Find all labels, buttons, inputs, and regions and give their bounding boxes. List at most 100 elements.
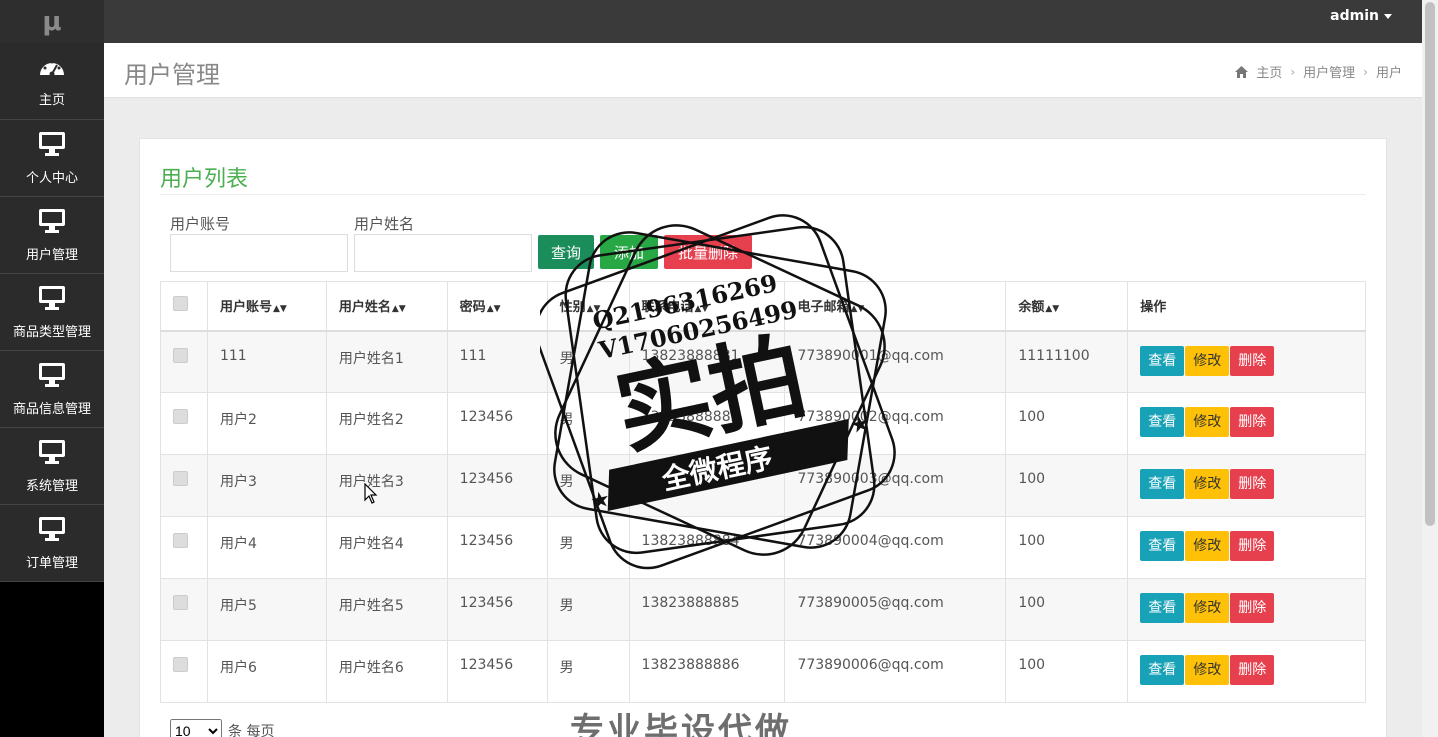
cell-password: 123456 [446,640,548,703]
cell-actions: 查看 修改 删除 [1127,454,1366,517]
cell-balance: 100 [1005,516,1129,579]
delete-button[interactable]: 删除 [1230,469,1275,499]
cell-balance: 100 [1005,392,1129,455]
col-phone[interactable]: 联系电话▲▼ [628,281,786,332]
sidebar-item-0[interactable]: 主页 [0,43,104,120]
bulk-delete-button[interactable]: 批量删除 [664,235,752,269]
delete-button[interactable]: 删除 [1230,593,1275,623]
row-select-cell [160,640,208,703]
username: admin [1330,8,1379,24]
cell-password: 123456 [446,516,548,579]
sidebar-item-6[interactable]: 订单管理 [0,505,104,582]
col-account[interactable]: 用户账号▲▼ [206,281,327,332]
sidebar-item-4[interactable]: 商品信息管理 [0,351,104,428]
cell-name: 用户姓名3 [325,454,448,517]
select-all-checkbox[interactable] [173,296,188,312]
cell-account: 用户2 [206,392,327,455]
cell-account: 用户6 [206,640,327,703]
cell-phone: 13823888886 [628,640,786,703]
monitor-icon [38,131,66,161]
cell-phone: 13823888883 [628,454,786,517]
col-password[interactable]: 密码▲▼ [446,281,548,332]
account-search-input[interactable] [170,234,348,272]
row-checkbox[interactable] [173,471,188,486]
cell-balance: 11111100 [1005,330,1129,393]
page-scrollbar[interactable] [1422,0,1438,737]
view-button[interactable]: 查看 [1140,655,1185,685]
cell-password: 123456 [446,392,548,455]
row-checkbox[interactable] [173,409,188,424]
view-button[interactable]: 查看 [1140,407,1185,437]
edit-button[interactable]: 修改 [1185,469,1230,499]
dashboard-icon [38,55,66,83]
edit-button[interactable]: 修改 [1185,407,1230,437]
page-size-select[interactable]: 10 [170,719,222,737]
delete-button[interactable]: 删除 [1230,345,1275,376]
sidebar-item-1[interactable]: 个人中心 [0,120,104,197]
monitor-icon [38,285,66,315]
sort-icon: ▲▼ [486,304,501,315]
sidebar-item-3[interactable]: 商品类型管理 [0,274,104,351]
view-button[interactable]: 查看 [1140,531,1185,561]
cell-account: 用户4 [206,516,327,579]
sidebar-item-label: 用户管理 [25,247,78,263]
cell-email: 773890002@qq.com [784,392,1007,455]
sort-icon: ▲▼ [586,304,601,315]
sort-icon: ▲▼ [850,304,865,315]
page-title: 用户管理 [124,61,220,89]
name-search-input[interactable] [354,234,532,272]
pager: 10 条 每页 [170,719,274,737]
cell-balance: 100 [1005,640,1129,703]
query-button[interactable]: 查询 [538,235,594,269]
cell-phone: 13823888881 [628,330,786,393]
sidebar-item-5[interactable]: 系统管理 [0,428,104,505]
table-row: 用户2 用户姓名2 123456 男 13823888882 773890002@qq.c… [160,392,1366,455]
name-label: 用户姓名 [354,215,415,233]
cell-actions: 查看 修改 删除 [1127,330,1366,393]
col-gender[interactable]: 性别▲▼ [546,281,630,332]
scroll-thumb[interactable] [1425,2,1435,526]
cell-phone: 13823888882 [628,392,786,455]
breadcrumb-section[interactable]: 用户管理 [1303,62,1355,81]
page-header: 用户管理 主页 › 用户管理 › 用户 [104,43,1422,98]
cell-password: 123456 [446,454,548,517]
row-checkbox[interactable] [173,347,188,363]
view-button[interactable]: 查看 [1140,345,1185,376]
row-checkbox[interactable] [173,657,188,672]
edit-button[interactable]: 修改 [1185,655,1230,685]
select-all-cell [160,281,208,332]
logo[interactable]: μ [0,0,104,43]
table-row: 用户3 用户姓名3 123456 男 13823888883 773890003@qq.c… [160,454,1366,517]
view-button[interactable]: 查看 [1140,593,1185,623]
col-name[interactable]: 用户姓名▲▼ [325,281,448,332]
col-email[interactable]: 电子邮箱▲▼ [784,281,1007,332]
add-button[interactable]: 添加 [600,235,658,269]
monitor-icon [38,516,66,546]
delete-button[interactable]: 删除 [1230,655,1275,685]
row-checkbox[interactable] [173,595,188,610]
breadcrumb-separator: › [1363,64,1368,79]
user-table: 用户账号▲▼ 用户姓名▲▼ 密码▲▼ 性别▲▼ 联系电话▲▼ 电子邮箱▲▼ 余额… [160,281,1366,703]
account-label: 用户账号 [170,215,231,233]
page-size-suffix: 条 每页 [228,724,275,737]
row-checkbox[interactable] [173,533,188,548]
edit-button[interactable]: 修改 [1185,345,1230,376]
cell-password: 111 [446,330,548,393]
breadcrumb-separator: › [1290,64,1296,79]
view-button[interactable]: 查看 [1140,469,1185,499]
delete-button[interactable]: 删除 [1230,531,1275,561]
breadcrumb-home[interactable]: 主页 [1256,62,1282,81]
edit-button[interactable]: 修改 [1185,531,1230,561]
cell-name: 用户姓名2 [325,392,448,455]
cell-account: 用户3 [206,454,327,517]
sort-icon: ▲▼ [273,304,287,315]
sidebar-item-2[interactable]: 用户管理 [0,197,104,274]
sidebar-item-label: 个人中心 [25,170,78,186]
edit-button[interactable]: 修改 [1185,593,1230,623]
cell-phone: 13823888885 [628,578,786,641]
sort-icon: ▲▼ [694,304,709,315]
user-menu[interactable]: admin [1330,8,1392,24]
cell-name: 用户姓名1 [325,330,448,393]
col-balance[interactable]: 余额▲▼ [1005,281,1129,332]
delete-button[interactable]: 删除 [1230,407,1275,437]
